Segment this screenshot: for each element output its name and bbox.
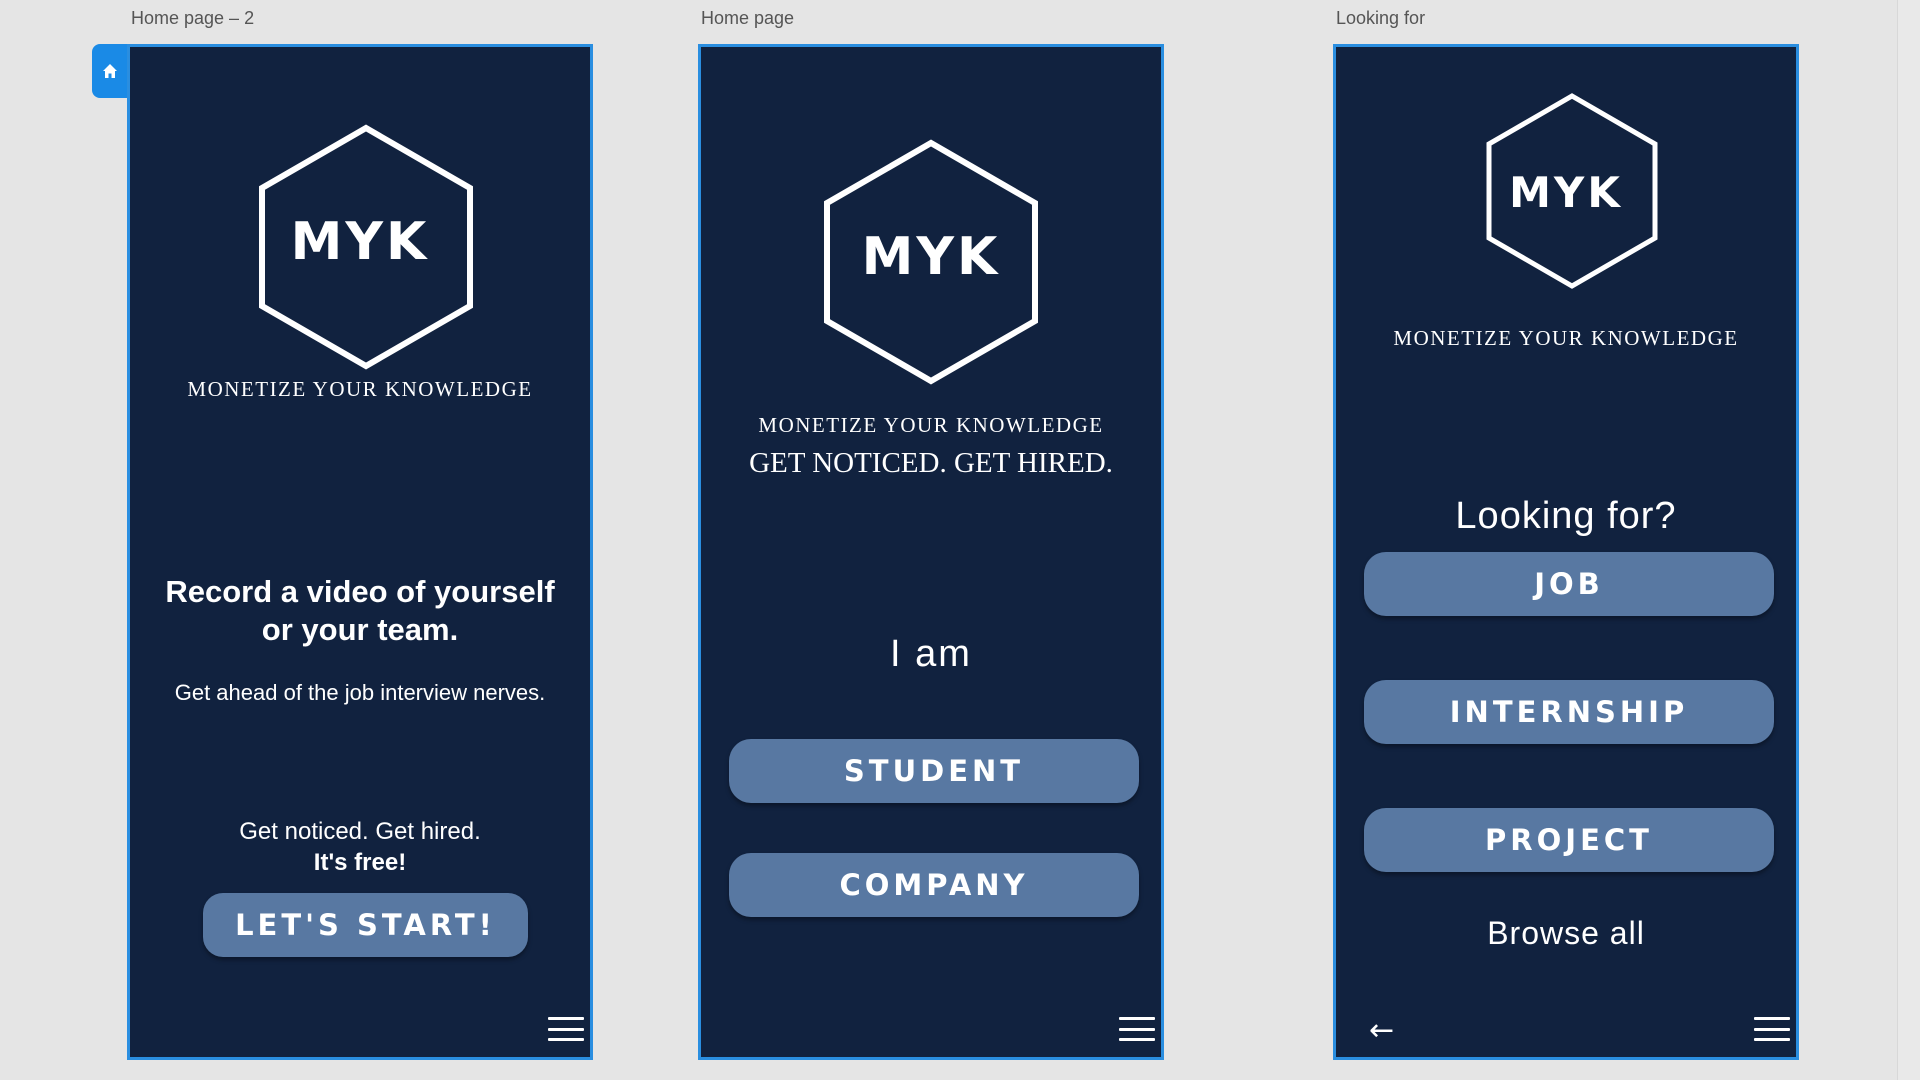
subtext: Get ahead of the job interview nerves. <box>174 680 546 705</box>
headline-line-1: Record a video of yourself <box>165 574 555 609</box>
job-button[interactable]: JOB <box>1364 552 1774 616</box>
artboard-home-page: MYK MONETIZE YOUR KNOWLEDGE GET NOTICED.… <box>698 44 1164 1060</box>
cta-line-1: Get noticed. Get hired. <box>239 818 481 845</box>
hamburger-menu-icon[interactable] <box>1754 1017 1790 1041</box>
artboard-home-page-2: MYK MONETIZE YOUR KNOWLEDGE Record a vid… <box>127 44 593 1060</box>
looking-for-prompt: Looking for? <box>1455 495 1677 537</box>
browse-all-link[interactable]: Browse all <box>1336 915 1796 952</box>
hamburger-menu-icon[interactable] <box>548 1017 584 1041</box>
internship-button[interactable]: INTERNSHIP <box>1364 680 1774 744</box>
logo-text: MYK <box>1509 168 1623 217</box>
home-icon <box>103 64 117 78</box>
project-button[interactable]: PROJECT <box>1364 808 1774 872</box>
cta-line-2: It's free! <box>313 849 407 876</box>
lets-start-button[interactable]: LET'S START! <box>203 893 528 957</box>
student-button[interactable]: STUDENT <box>729 739 1139 803</box>
logo-text: MYK <box>290 212 430 272</box>
artboard-looking-for: MYK MONETIZE YOUR KNOWLEDGE Looking for?… <box>1333 44 1799 1060</box>
tagline: MONETIZE YOUR KNOWLEDGE <box>758 413 1104 437</box>
artboard-label-looking-for[interactable]: Looking for <box>1336 8 1425 29</box>
tagline: MONETIZE YOUR KNOWLEDGE <box>1393 326 1739 350</box>
headline: Record a video of yourself or your team. <box>130 573 590 649</box>
logo-text: MYK <box>861 227 1001 287</box>
i-am-prompt: I am <box>890 633 972 675</box>
home-start-tab[interactable] <box>92 44 128 98</box>
back-arrow-icon[interactable]: ← <box>1369 1016 1394 1046</box>
slogan: GET NOTICED. GET HIRED. <box>749 447 1113 479</box>
headline-line-2: or your team. <box>261 612 459 647</box>
tagline: MONETIZE YOUR KNOWLEDGE <box>187 377 533 401</box>
hamburger-menu-icon[interactable] <box>1119 1017 1155 1041</box>
company-button[interactable]: COMPANY <box>729 853 1139 917</box>
canvas-scrollbar[interactable] <box>1897 0 1920 1080</box>
artboard-label-home-page-2[interactable]: Home page – 2 <box>131 8 254 29</box>
artboard-label-home-page[interactable]: Home page <box>701 8 794 29</box>
